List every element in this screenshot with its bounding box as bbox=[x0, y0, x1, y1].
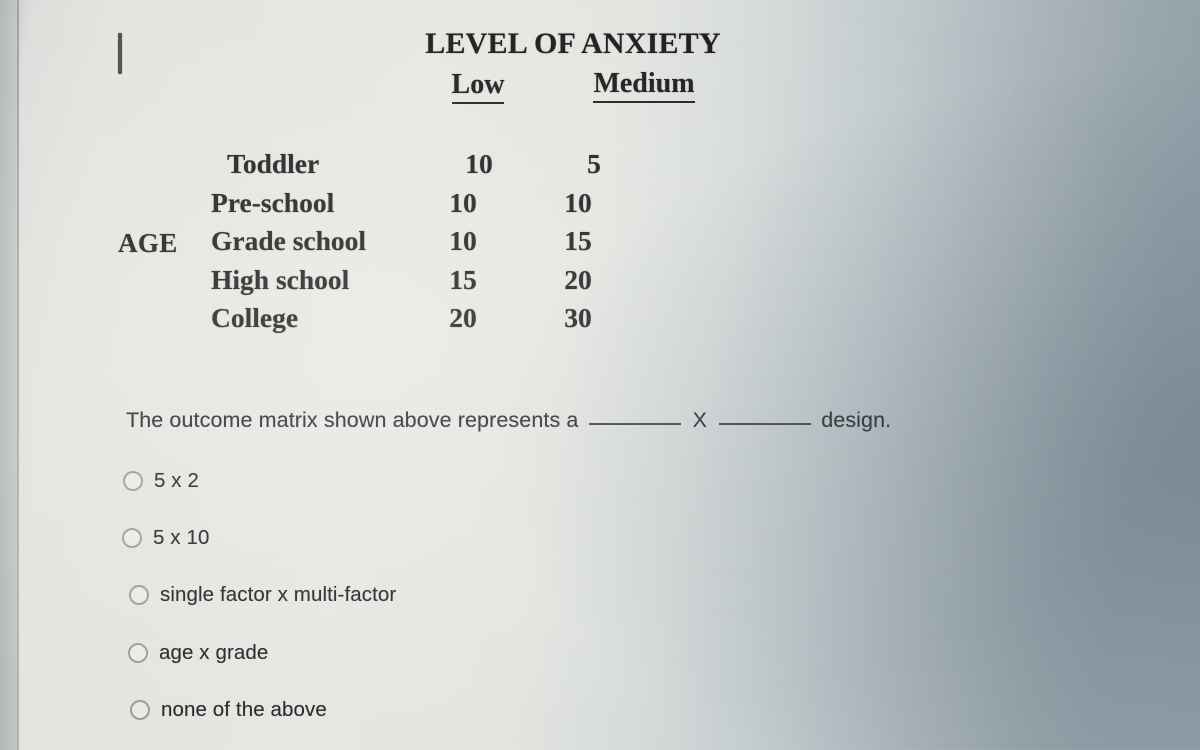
answer-option-label: 5 x 2 bbox=[154, 469, 199, 492]
answer-option[interactable]: none of the above bbox=[130, 698, 327, 722]
radio-button-icon[interactable] bbox=[129, 585, 149, 605]
answer-option-label: 5 x 10 bbox=[153, 526, 210, 549]
answer-option[interactable]: 5 x 2 bbox=[123, 469, 199, 493]
answer-option[interactable]: single factor x multi-factor bbox=[129, 583, 396, 607]
answer-options-list: 5 x 2 5 x 10 single factor x multi-facto… bbox=[0, 0, 1200, 750]
answer-option-label: single factor x multi-factor bbox=[160, 583, 397, 606]
quiz-screen-photo: LEVEL OF ANXIETY Low Medium AGE Toddler … bbox=[0, 0, 1200, 750]
radio-button-icon[interactable] bbox=[130, 700, 150, 720]
answer-option[interactable]: 5 x 10 bbox=[122, 526, 209, 550]
answer-option[interactable]: age x grade bbox=[128, 641, 268, 665]
radio-button-icon[interactable] bbox=[122, 528, 142, 548]
answer-option-label: age x grade bbox=[159, 641, 269, 664]
radio-button-icon[interactable] bbox=[128, 643, 148, 663]
radio-button-icon[interactable] bbox=[123, 471, 143, 491]
answer-option-label: none of the above bbox=[161, 698, 327, 721]
